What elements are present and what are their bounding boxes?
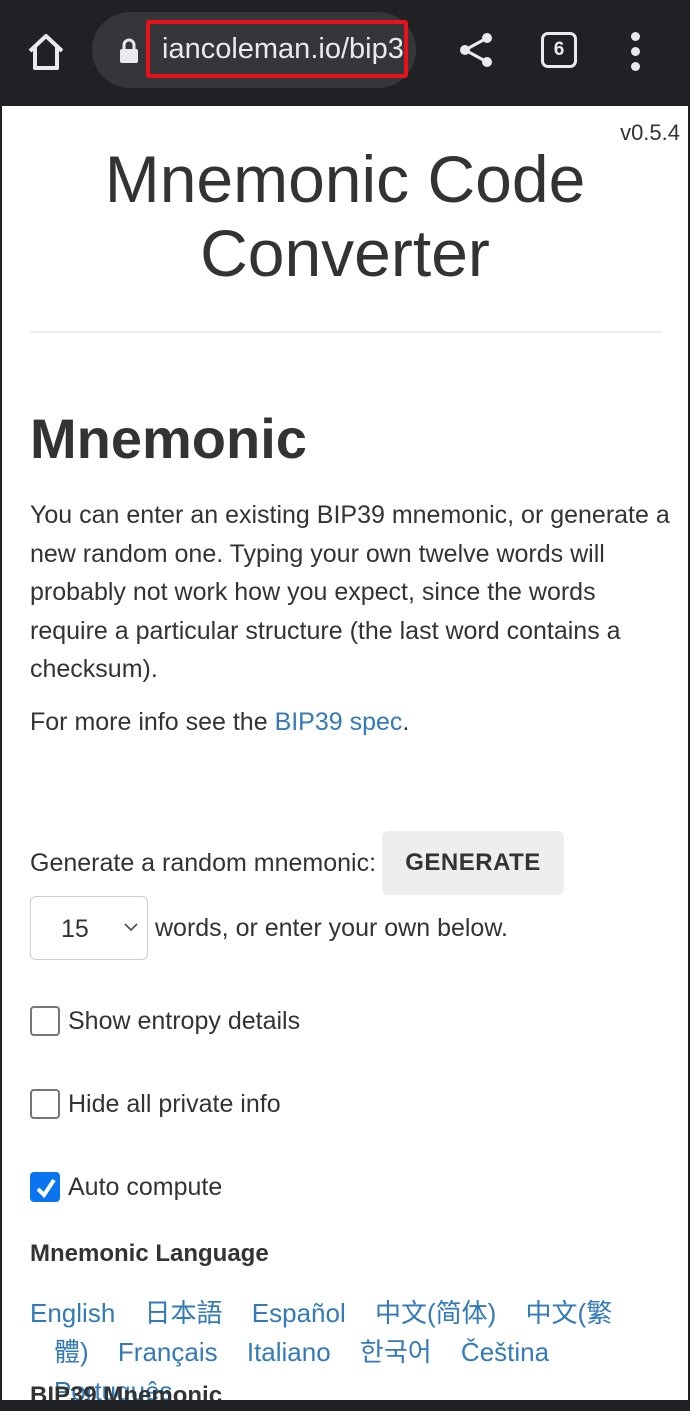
language-french[interactable]: Français: [118, 1337, 218, 1367]
more-info-suffix: .: [402, 708, 410, 736]
url-highlight[interactable]: iancoleman.io/bip39: [146, 20, 408, 78]
section-title: Mnemonic: [30, 407, 307, 470]
chevron-down-icon: [124, 923, 138, 932]
show-entropy-row[interactable]: Show entropy details: [30, 1006, 300, 1036]
language-czech[interactable]: Čeština: [461, 1337, 549, 1367]
checkmark-icon: [36, 1178, 56, 1199]
web-page: v0.5.4 Mnemonic Code Converter Mnemonic …: [2, 106, 688, 1400]
more-menu-icon[interactable]: [624, 32, 648, 72]
language-korean[interactable]: 한국어: [360, 1337, 432, 1367]
language-japanese[interactable]: 日本語: [145, 1298, 223, 1328]
generate-row: Generate a random mnemonic: GENERATE: [30, 830, 565, 896]
share-icon[interactable]: [456, 30, 496, 70]
language-heading: Mnemonic Language: [30, 1240, 269, 1267]
url-text[interactable]: iancoleman.io/bip39: [162, 33, 404, 66]
language-chinese-simplified[interactable]: 中文(简体): [375, 1298, 496, 1328]
word-count-value: 15: [61, 915, 89, 943]
tab-switcher-icon[interactable]: 6: [541, 32, 577, 68]
lock-icon: [120, 38, 138, 63]
description: You can enter an existing BIP39 mnemonic…: [30, 501, 670, 683]
more-info-prefix: For more info see the: [30, 708, 275, 736]
show-entropy-checkbox[interactable]: [30, 1006, 60, 1036]
hide-private-checkbox[interactable]: [30, 1089, 60, 1119]
generate-button[interactable]: GENERATE: [382, 831, 565, 895]
word-count-select[interactable]: 15: [30, 896, 148, 960]
page-title: Mnemonic Code Converter: [104, 142, 586, 290]
checkbox-label: Hide all private info: [68, 1089, 281, 1118]
bip39-spec-link[interactable]: BIP39 spec: [275, 708, 403, 736]
checkbox-label: Show entropy details: [68, 1006, 301, 1035]
browser-toolbar: iancoleman.io/bip39 6: [0, 0, 690, 104]
home-icon[interactable]: [24, 30, 68, 74]
words-suffix: words, or enter your own below.: [155, 913, 508, 942]
hide-private-row[interactable]: Hide all private info: [30, 1089, 281, 1119]
language-spanish[interactable]: Español: [252, 1298, 346, 1328]
word-count-row: 15 words, or enter your own below.: [30, 896, 508, 960]
language-italian[interactable]: Italiano: [247, 1337, 331, 1367]
auto-compute-checkbox[interactable]: [30, 1172, 60, 1202]
generate-label: Generate a random mnemonic:: [30, 848, 377, 877]
bottom-bar: [0, 1400, 690, 1411]
checkbox-label: Auto compute: [68, 1172, 223, 1201]
divider: [30, 331, 662, 333]
more-info: For more info see the BIP39 spec.: [30, 708, 409, 737]
auto-compute-row[interactable]: Auto compute: [30, 1172, 222, 1202]
bip39-mnemonic-heading: BIP39 Mnemonic: [30, 1382, 223, 1400]
language-english[interactable]: English: [30, 1298, 115, 1328]
